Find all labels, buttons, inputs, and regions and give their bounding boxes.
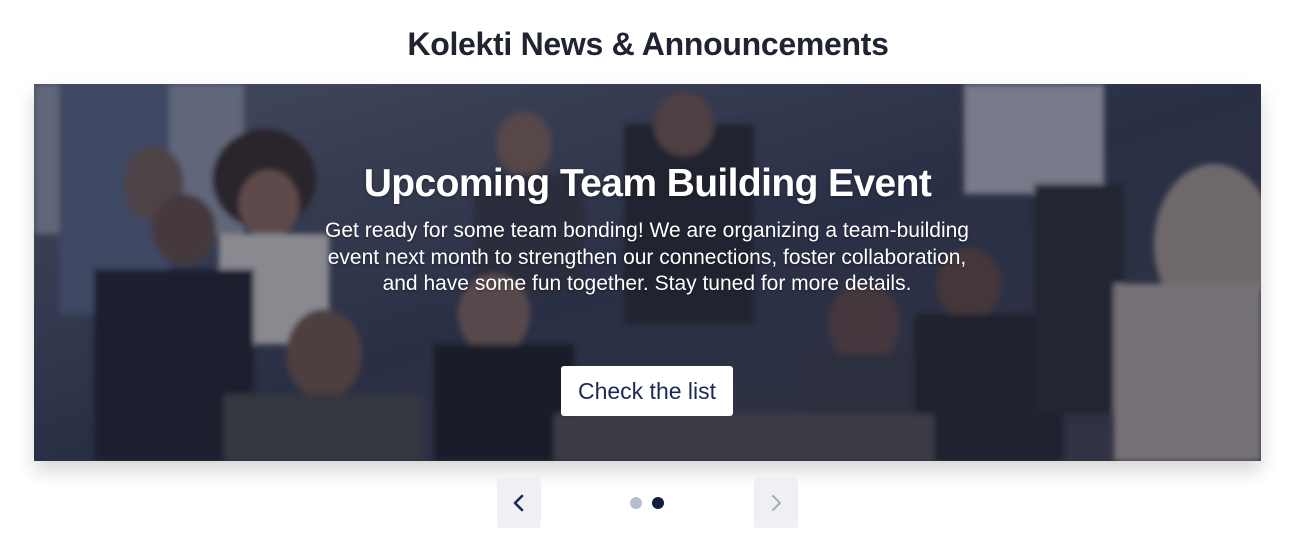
chevron-right-icon — [771, 494, 782, 511]
section-heading: Kolekti News & Announcements — [407, 26, 889, 62]
carousel-slide: Upcoming Team Building Event Get ready f… — [34, 84, 1261, 461]
slide-title: Upcoming Team Building Event — [363, 162, 932, 205]
carousel-prev-button[interactable] — [497, 477, 541, 528]
slide-description: Get ready for some team bonding! We are … — [325, 219, 969, 295]
carousel-dot-2-active[interactable] — [652, 497, 664, 509]
carousel-dot-1[interactable] — [630, 497, 642, 509]
check-the-list-button[interactable]: Check the list — [561, 366, 733, 416]
carousel-next-button[interactable] — [754, 477, 798, 528]
carousel-indicators — [630, 497, 670, 510]
chevron-left-icon — [513, 494, 524, 511]
announcements-section: Kolekti News & Announcements Upcoming Te… — [0, 0, 1296, 556]
